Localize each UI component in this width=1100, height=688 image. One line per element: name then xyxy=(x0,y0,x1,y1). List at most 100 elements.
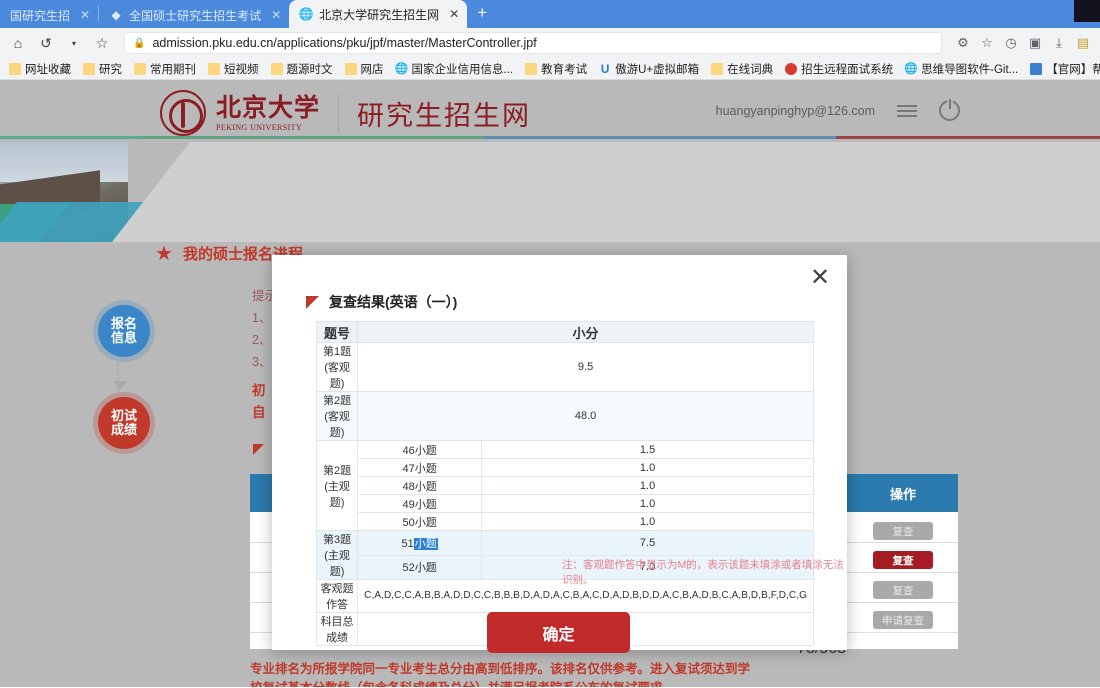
app-icon xyxy=(1030,62,1043,75)
bookmark-label: 国家企业信用信息... xyxy=(411,63,514,76)
bookmark-label: 教育考试 xyxy=(541,63,588,76)
tab-title: 国研究生招 xyxy=(10,8,71,23)
subquestion-score: 1.0 xyxy=(481,476,814,495)
table-row: 第2题(主观题) 46小题 1.5 xyxy=(315,440,814,531)
extension-icon[interactable]: ⚙ xyxy=(952,31,974,55)
globe-icon: 🌐 xyxy=(394,63,409,75)
confirm-button[interactable]: 确定 xyxy=(487,612,630,653)
dialog-title-text: 复查结果(英语（一）) xyxy=(329,294,458,310)
subquestion-label: 52小题 xyxy=(357,554,483,580)
bookmark-star-icon[interactable]: ☆ xyxy=(90,31,114,55)
bookmark-item[interactable]: 短视频 xyxy=(203,61,264,77)
back-icon[interactable]: ↺ xyxy=(34,31,58,55)
table-row: 第2题(客观题) 48.0 xyxy=(315,391,814,441)
bookmark-label: 【官网】帮BOSS|... xyxy=(1046,63,1100,76)
address-bar[interactable]: 🔒 admission.pku.edu.cn/applications/pku/… xyxy=(124,32,942,54)
column-header-question: 题号 xyxy=(315,321,359,343)
favorite-add-icon[interactable]: ☆ xyxy=(976,31,998,55)
tab-title: 北京大学研究生招生网 xyxy=(319,7,440,22)
toolbar-icons: ⚙ ☆ ◷ ▣ ⤓ ▤ xyxy=(946,31,1094,55)
maxthon-icon: U xyxy=(600,61,610,76)
table-row: 50小题 1.0 xyxy=(317,512,814,531)
subquestion-score: 1.0 xyxy=(481,494,814,513)
subquestion-score: 1.0 xyxy=(481,458,814,477)
new-tab-button[interactable]: + xyxy=(467,3,497,25)
screenshot-icon[interactable]: ▣ xyxy=(1024,31,1046,55)
dialog-note: 注：客观题作答中显示为M的，表示该题未填涂或者填涂无法识别。 xyxy=(562,559,844,586)
subquestion-label: 47小题 xyxy=(357,458,483,477)
bookmark-label: 在线词典 xyxy=(727,63,774,76)
download-icon[interactable]: ⤓ xyxy=(1048,31,1070,55)
browser-window: 国研究生招 ✕ ◆ 全国硕士研究生招生考试 ✕ 🌐 北京大学研究生招生网 ✕ +… xyxy=(0,0,1100,688)
window-controls[interactable] xyxy=(980,0,1100,24)
history-icon[interactable]: ◷ xyxy=(1000,31,1022,55)
bookmark-label: 常用期刊 xyxy=(150,63,196,76)
bookmark-item[interactable]: 常用期刊 xyxy=(129,61,201,77)
browser-tab-3-active[interactable]: 🌐 北京大学研究生招生网 ✕ xyxy=(289,0,468,28)
question-name: 第3题(主观题) xyxy=(315,530,359,580)
close-icon[interactable]: ✕ xyxy=(80,8,90,22)
tab-favicon-icon: ◆ xyxy=(111,8,121,22)
folder-icon xyxy=(711,62,724,75)
table-row: 第1题(客观题) 9.5 xyxy=(315,342,814,392)
column-header-score: 小分 xyxy=(357,321,814,343)
flag-icon xyxy=(306,295,319,309)
table-row-selected: 第3题(主观题) 51小题 7.5 xyxy=(315,530,814,580)
folder-icon xyxy=(208,62,220,75)
bookmark-label: 题源时文 xyxy=(286,63,333,76)
bookmark-item[interactable]: 网址收藏 xyxy=(4,61,76,77)
tab-strip: 国研究生招 ✕ ◆ 全国硕士研究生招生考试 ✕ 🌐 北京大学研究生招生网 ✕ + xyxy=(0,0,1100,28)
bookmark-item[interactable]: U 傲游U+虚拟邮箱 xyxy=(594,61,704,77)
folder-icon xyxy=(83,62,95,75)
bookmark-label: 网址收藏 xyxy=(25,63,71,76)
lock-icon: 🔒 xyxy=(133,37,146,49)
close-icon[interactable]: ✕ xyxy=(449,7,459,21)
table-row: 49小题 1.0 xyxy=(317,494,814,513)
chevron-down-icon[interactable]: ▾ xyxy=(62,31,86,55)
globe-icon: 🌐 xyxy=(904,63,918,75)
bookmark-item[interactable]: 🌐 国家企业信用信息... xyxy=(391,61,519,77)
bookmark-item[interactable]: 🌐 思维导图软件-Git... xyxy=(900,61,1023,77)
subquestion-label-selected[interactable]: 51小题 xyxy=(357,530,483,556)
bookmark-item[interactable]: 题源时文 xyxy=(266,61,338,77)
question-name: 第2题(主观题) xyxy=(315,440,359,531)
question-name: 第1题(客观题) xyxy=(315,342,359,392)
close-icon[interactable]: ✕ xyxy=(807,265,833,291)
bookmark-item[interactable]: 【官网】帮BOSS|... xyxy=(1025,61,1100,77)
folder-icon xyxy=(9,62,21,75)
bookmark-label: 网店 xyxy=(360,63,384,76)
bookmark-item[interactable]: 招生远程面试系统 xyxy=(780,61,898,77)
bookmark-item[interactable]: 在线词典 xyxy=(706,61,778,77)
bookmark-label: 思维导图软件-Git... xyxy=(921,63,1019,76)
subquestion-prefix: 51 xyxy=(401,537,414,550)
home-icon[interactable]: ⌂ xyxy=(6,31,30,55)
question-score: 9.5 xyxy=(357,342,814,392)
subquestion-label: 46小题 xyxy=(357,440,483,459)
bookmark-label: 短视频 xyxy=(224,63,259,76)
bookmark-item[interactable]: 研究 xyxy=(78,61,127,77)
subquestion-label: 50小题 xyxy=(357,512,483,531)
score-detail-table: 题号 小分 第1题(客观题) 9.5 第2题(客观题) 48.0 第2题(主观题… xyxy=(315,321,814,646)
browser-tab-1[interactable]: 国研究生招 ✕ xyxy=(0,2,98,28)
bookmark-label: 傲游U+虚拟邮箱 xyxy=(615,63,700,76)
folder-icon xyxy=(134,62,146,75)
folder-icon xyxy=(344,62,357,75)
url-text: admission.pku.edu.cn/applications/pku/jp… xyxy=(152,36,537,50)
question-name: 第2题(客观题) xyxy=(315,391,359,441)
folder-icon xyxy=(525,62,538,75)
bookmark-item[interactable]: 网店 xyxy=(340,61,389,77)
table-header-row: 题号 小分 xyxy=(315,321,814,343)
browser-tab-2[interactable]: ◆ 全国硕士研究生招生考试 ✕ xyxy=(99,2,289,28)
table-row: 48小题 1.0 xyxy=(317,476,814,495)
folder-icon xyxy=(270,62,283,75)
bookmark-label: 招生远程面试系统 xyxy=(801,63,894,76)
bookmarks-bar: 网址收藏 研究 常用期刊 短视频 题源时文 网店 🌐 国家企业信用信息... 教育… xyxy=(0,58,1100,80)
question-score: 48.0 xyxy=(357,391,814,441)
tab-title: 全国硕士研究生招生考试 xyxy=(129,8,262,23)
bookmark-item[interactable]: 教育考试 xyxy=(520,61,592,77)
close-icon[interactable]: ✕ xyxy=(271,8,281,22)
subquestion-label: 48小题 xyxy=(357,476,483,495)
bookmark-label: 研究 xyxy=(99,63,122,76)
reader-icon[interactable]: ▤ xyxy=(1072,31,1094,55)
subquestion-score: 7.5 xyxy=(481,530,814,556)
